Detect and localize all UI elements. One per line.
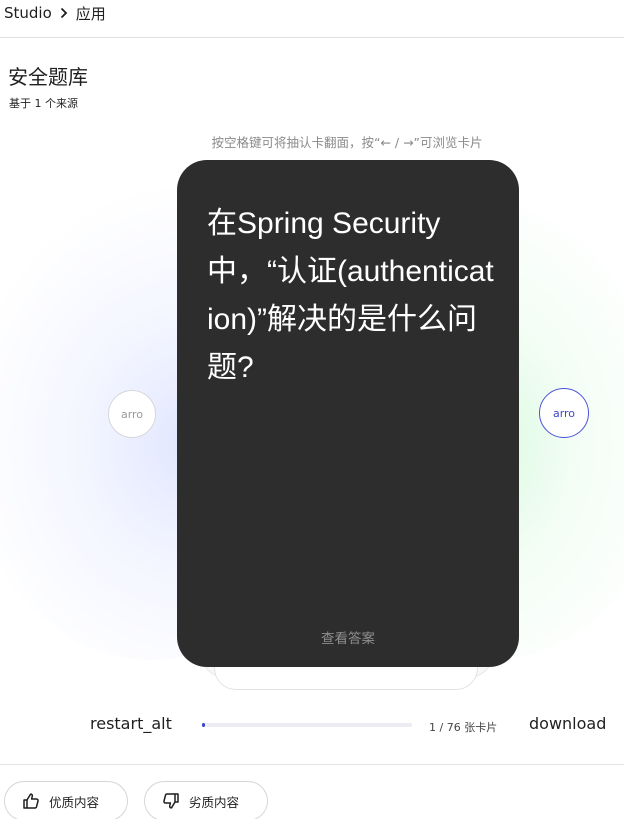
keyboard-hint: 按空格键可将抽认卡翻面，按“← / →”可浏览卡片 <box>211 135 483 150</box>
bad-content-label: 劣质内容 <box>189 794 240 810</box>
chevron-right-icon <box>55 4 73 22</box>
previous-card-button[interactable]: arro <box>108 390 156 438</box>
restart-icon[interactable]: restart_alt <box>90 714 172 733</box>
breadcrumb-studio[interactable]: Studio <box>4 4 52 22</box>
good-content-button[interactable]: 优质内容 <box>4 781 128 819</box>
header-divider <box>0 37 624 38</box>
download-icon[interactable]: download <box>529 714 606 733</box>
page-title: 安全题库 <box>8 65 88 89</box>
bad-content-button[interactable]: 劣质内容 <box>144 781 268 819</box>
flashcard[interactable]: 在Spring Security中，“认证(authentication)”解决… <box>177 160 519 667</box>
progress-bar <box>202 723 412 727</box>
breadcrumb: Studio 应用 <box>4 2 106 24</box>
progress-bar-fill <box>202 723 206 727</box>
arrow-forward-icon: arro <box>552 406 576 420</box>
thumb-up-icon <box>21 791 41 811</box>
thumb-down-icon <box>161 791 181 811</box>
breadcrumb-current: 应用 <box>75 4 106 23</box>
source-count: 基于 1 个来源 <box>9 97 78 110</box>
next-card-button[interactable]: arro <box>539 388 589 438</box>
good-content-label: 优质内容 <box>49 794 100 810</box>
card-counter: 1 / 76 张卡片 <box>429 721 498 734</box>
flashcard-question: 在Spring Security中，“认证(authentication)”解决… <box>207 207 494 384</box>
arrow-back-icon: arro <box>120 407 144 421</box>
footer-divider <box>0 764 624 765</box>
flashcards-page: Studio 应用 安全题库 基于 1 个来源 按空格键可将抽认卡翻面，按“← … <box>0 0 624 819</box>
show-answer-button[interactable]: 查看答案 <box>177 627 519 647</box>
